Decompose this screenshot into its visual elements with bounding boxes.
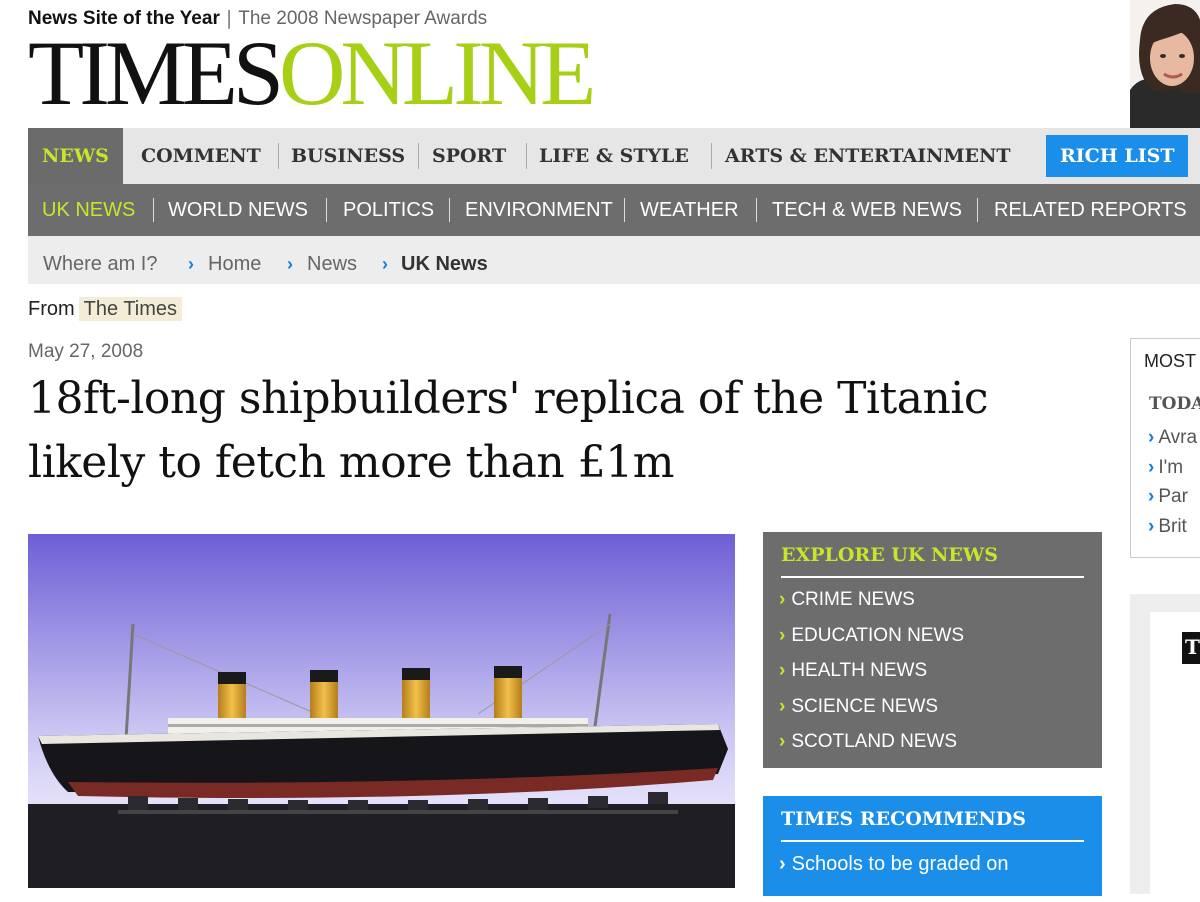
nav-comment[interactable]: COMMENT (141, 128, 261, 184)
most-read-link[interactable]: Avra (1158, 427, 1197, 448)
subnav-divider (624, 198, 625, 222)
explore-uk-news-panel: EXPLORE UK NEWS › CRIME NEWS › EDUCATION N… (763, 532, 1102, 768)
chevron-right-icon: › (382, 254, 388, 274)
subnav-divider (153, 198, 154, 222)
logo-online: ONLINE (279, 22, 596, 124)
most-read-link[interactable]: Par (1158, 486, 1188, 507)
nav-news[interactable]: NEWS (28, 128, 123, 184)
list-item[interactable]: › Par (1148, 486, 1197, 516)
breadcrumb-prefix: Where am I? (43, 253, 158, 275)
list-item[interactable]: › Avra (1148, 427, 1197, 457)
explore-divider (781, 576, 1084, 578)
explore-title: EXPLORE UK NEWS (781, 544, 998, 566)
list-item[interactable]: › HEALTH NEWS (779, 659, 964, 695)
chevron-right-icon: › (287, 254, 293, 274)
recommends-list: › Schools to be graded on (779, 852, 1009, 876)
portrait-image (1130, 0, 1200, 128)
chevron-right-icon: › (1148, 456, 1155, 478)
times-recommends-panel: TIMES RECOMMENDS › Schools to be graded o… (763, 796, 1102, 896)
chevron-right-icon: › (1148, 486, 1155, 507)
source-label: From (28, 298, 75, 320)
chevron-right-icon: › (779, 589, 786, 610)
most-read-link[interactable]: I'm (1158, 457, 1183, 478)
recommends-title: TIMES RECOMMENDS (781, 808, 1026, 830)
subnav-world-news[interactable]: WORLD NEWS (168, 184, 308, 236)
explore-link[interactable]: EDUCATION NEWS (791, 625, 964, 646)
tab-today[interactable]: TODA (1149, 394, 1200, 414)
nav-arts-entertainment[interactable]: ARTS & ENTERTAINMENT (725, 128, 1010, 184)
chevron-right-icon: › (779, 695, 786, 717)
breadcrumb: Where am I? › Home › News › UK News (28, 236, 1200, 284)
most-read-list: › Avra › I'm › Par › Brit (1148, 427, 1197, 545)
subnav-related-reports[interactable]: RELATED REPORTS (994, 184, 1187, 236)
most-read-link[interactable]: Brit (1158, 516, 1187, 537)
subnav-environment[interactable]: ENVIRONMENT (465, 184, 613, 236)
list-item[interactable]: › CRIME NEWS (779, 588, 964, 624)
breadcrumb-home[interactable]: Home (208, 236, 261, 292)
most-read-panel: MOST TODA › Avra › I'm › Par › Brit (1130, 338, 1200, 558)
list-item[interactable]: › Schools to be graded on (779, 852, 1009, 876)
chevron-right-icon: › (1148, 427, 1155, 448)
subnav-tech-web-news[interactable]: TECH & WEB NEWS (772, 184, 962, 236)
subnav-divider (326, 198, 327, 222)
explore-link[interactable]: CRIME NEWS (791, 589, 915, 610)
breadcrumb-news[interactable]: News (307, 236, 357, 292)
subnav-divider (449, 198, 450, 222)
explore-link[interactable]: SCOTLAND NEWS (791, 731, 957, 752)
subnav-uk-news[interactable]: UK NEWS (42, 184, 135, 236)
list-item[interactable]: › SCIENCE NEWS (779, 695, 964, 731)
most-read-title: MOST (1144, 351, 1196, 371)
list-item[interactable]: › EDUCATION NEWS (779, 624, 964, 660)
explore-link[interactable]: HEALTH NEWS (791, 660, 927, 681)
article-headline: 18ft-long shipbuilders' replica of the T… (28, 373, 989, 488)
chevron-right-icon: › (779, 853, 786, 875)
recommends-divider (781, 840, 1084, 842)
secondary-nav: UK NEWS WORLD NEWS POLITICS ENVIRONMENT … (28, 184, 1200, 236)
chevron-right-icon: › (188, 254, 194, 274)
side-promo-letter: T (1182, 632, 1200, 664)
list-item[interactable]: › I'm (1148, 457, 1197, 487)
nav-divider (526, 143, 527, 169)
nav-sport[interactable]: SPORT (432, 128, 506, 184)
nav-divider (278, 143, 279, 169)
columnist-portrait[interactable] (1130, 0, 1200, 128)
explore-list: › CRIME NEWS › EDUCATION NEWS › HEALTH NEWS… (779, 588, 964, 766)
nav-rich-list[interactable]: RICH LIST (1046, 135, 1189, 177)
logo-times: TIMES (28, 22, 284, 124)
nav-divider (711, 143, 712, 169)
article-source: From The Times (28, 297, 183, 321)
breadcrumb-current: UK News (401, 253, 488, 275)
chevron-right-icon: › (1148, 515, 1155, 537)
list-item[interactable]: › Brit (1148, 516, 1197, 546)
recommends-link[interactable]: Schools to be graded on (792, 853, 1009, 875)
explore-link[interactable]: SCIENCE NEWS (791, 696, 938, 717)
subnav-politics[interactable]: POLITICS (343, 184, 434, 236)
nav-business[interactable]: BUSINESS (291, 128, 405, 184)
list-item[interactable]: › SCOTLAND NEWS (779, 730, 964, 766)
chevron-right-icon: › (779, 624, 786, 646)
publication-link[interactable]: The Times (78, 297, 183, 321)
site-logo[interactable]: TIMESONLINE (28, 27, 596, 119)
subnav-divider (977, 198, 978, 222)
titanic-model-image (28, 534, 735, 888)
nav-divider (418, 143, 419, 169)
article-photo[interactable] (28, 534, 735, 888)
subnav-weather[interactable]: WEATHER (640, 184, 739, 236)
article-date: May 27, 2008 (28, 341, 144, 362)
chevron-right-icon: › (779, 731, 786, 752)
chevron-right-icon: › (779, 660, 786, 681)
nav-life-style[interactable]: LIFE & STYLE (539, 128, 689, 184)
subnav-divider (756, 198, 757, 222)
primary-nav: NEWS COMMENT BUSINESS SPORT LIFE & STYLE… (28, 128, 1200, 184)
